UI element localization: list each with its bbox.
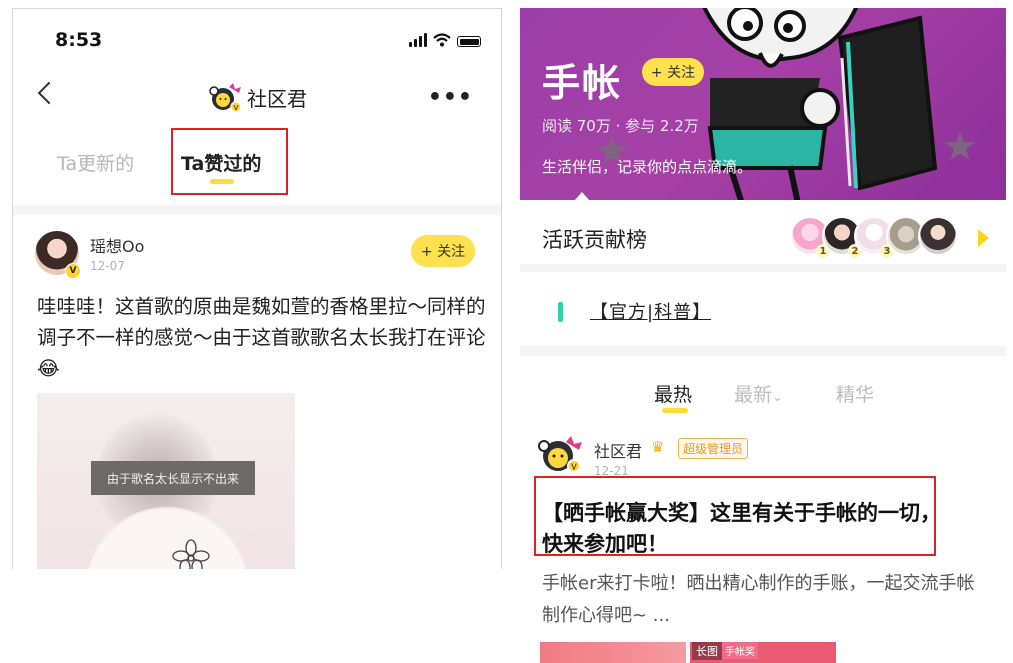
right-screen: ★ ★ 手帐 + 关注 阅读 70万 · 参与 2.2万 生活伴侣，记录你的点点…: [520, 8, 1006, 663]
svg-text:V: V: [571, 463, 577, 472]
tab-new[interactable]: 最新⌄: [734, 380, 783, 407]
contribution-rank-title[interactable]: 活跃贡献榜: [542, 224, 647, 254]
rank-avatar[interactable]: [918, 216, 958, 256]
image-caption: 由于歌名太长显示不出来: [91, 461, 255, 495]
back-icon[interactable]: [37, 81, 61, 105]
post-author[interactable]: 社区君: [594, 438, 642, 462]
verified-badge-icon: V: [65, 263, 81, 279]
pinned-link[interactable]: 【官方|科普】: [590, 298, 711, 324]
chevron-down-icon: ⌄: [772, 390, 783, 405]
topic-follow-button[interactable]: + 关注: [642, 58, 704, 86]
community-avatar-icon[interactable]: V: [538, 434, 584, 474]
flower-icon: [172, 539, 210, 569]
wifi-icon: [433, 33, 451, 47]
tab-updated[interactable]: Ta更新的: [57, 149, 134, 176]
post-date: 12-07: [90, 259, 125, 273]
tab-hot[interactable]: 最热: [654, 380, 692, 407]
post-body: 手帐er来打卡啦！晒出精心制作的手账，一起交流手帐制作心得吧~ ...: [542, 573, 975, 626]
tab-active-indicator: [662, 408, 688, 413]
nav-title: V 社区君: [209, 81, 307, 113]
tab-new-label: 最新: [734, 384, 773, 406]
topic-banner: ★ ★ 手帐 + 关注 阅读 70万 · 参与 2.2万 生活伴侣，记录你的点点…: [520, 8, 1006, 200]
cellular-signal-icon: [409, 33, 427, 47]
tab-featured[interactable]: 精华: [836, 380, 874, 407]
post-thumbnail[interactable]: [540, 642, 686, 663]
svg-text:V: V: [234, 104, 239, 112]
post-author[interactable]: 瑶想Oo: [90, 233, 144, 257]
topic-stats: 阅读 70万 · 参与 2.2万: [542, 117, 699, 135]
battery-icon: [457, 36, 481, 47]
status-time: 8:53: [55, 29, 103, 51]
more-options-icon[interactable]: •••: [428, 85, 473, 110]
section-divider: [520, 264, 1006, 272]
section-divider: [13, 205, 501, 215]
pin-marker: [558, 302, 563, 322]
award-tag: 手帐奖: [722, 642, 758, 659]
highlight-box-tab: [171, 128, 288, 195]
banner-notch: [574, 192, 590, 200]
post-text: 哇哇哇！这首歌的原曲是魏如萱的香格里拉～同样的调子不一样的感觉～由于这首歌歌名太…: [37, 295, 486, 380]
topic-title: 手帐: [542, 61, 623, 105]
status-icons: [409, 31, 481, 47]
crown-icon: ♛: [651, 438, 665, 456]
topic-description: 生活伴侣，记录你的点点滴滴。: [542, 158, 753, 176]
rank-avatars[interactable]: 1 2 3: [790, 216, 958, 258]
post-image[interactable]: 由于歌名太长显示不出来: [37, 393, 295, 569]
arrow-right-icon[interactable]: [978, 229, 989, 247]
community-avatar-icon: V: [209, 81, 245, 113]
left-screen: 8:53 V 社区君 ••• Ta更新的 Ta赞过的 V 瑶想Oo 12-07 …: [12, 8, 502, 569]
follow-button[interactable]: + 关注: [411, 235, 475, 267]
admin-badge: 超级管理员: [678, 438, 749, 459]
nav-title-text: 社区君: [247, 86, 307, 111]
star-decoration-icon: ★: [942, 124, 978, 170]
long-image-tag: 长图: [692, 642, 722, 660]
highlight-box-title: [534, 476, 936, 556]
section-divider: [520, 346, 1006, 356]
